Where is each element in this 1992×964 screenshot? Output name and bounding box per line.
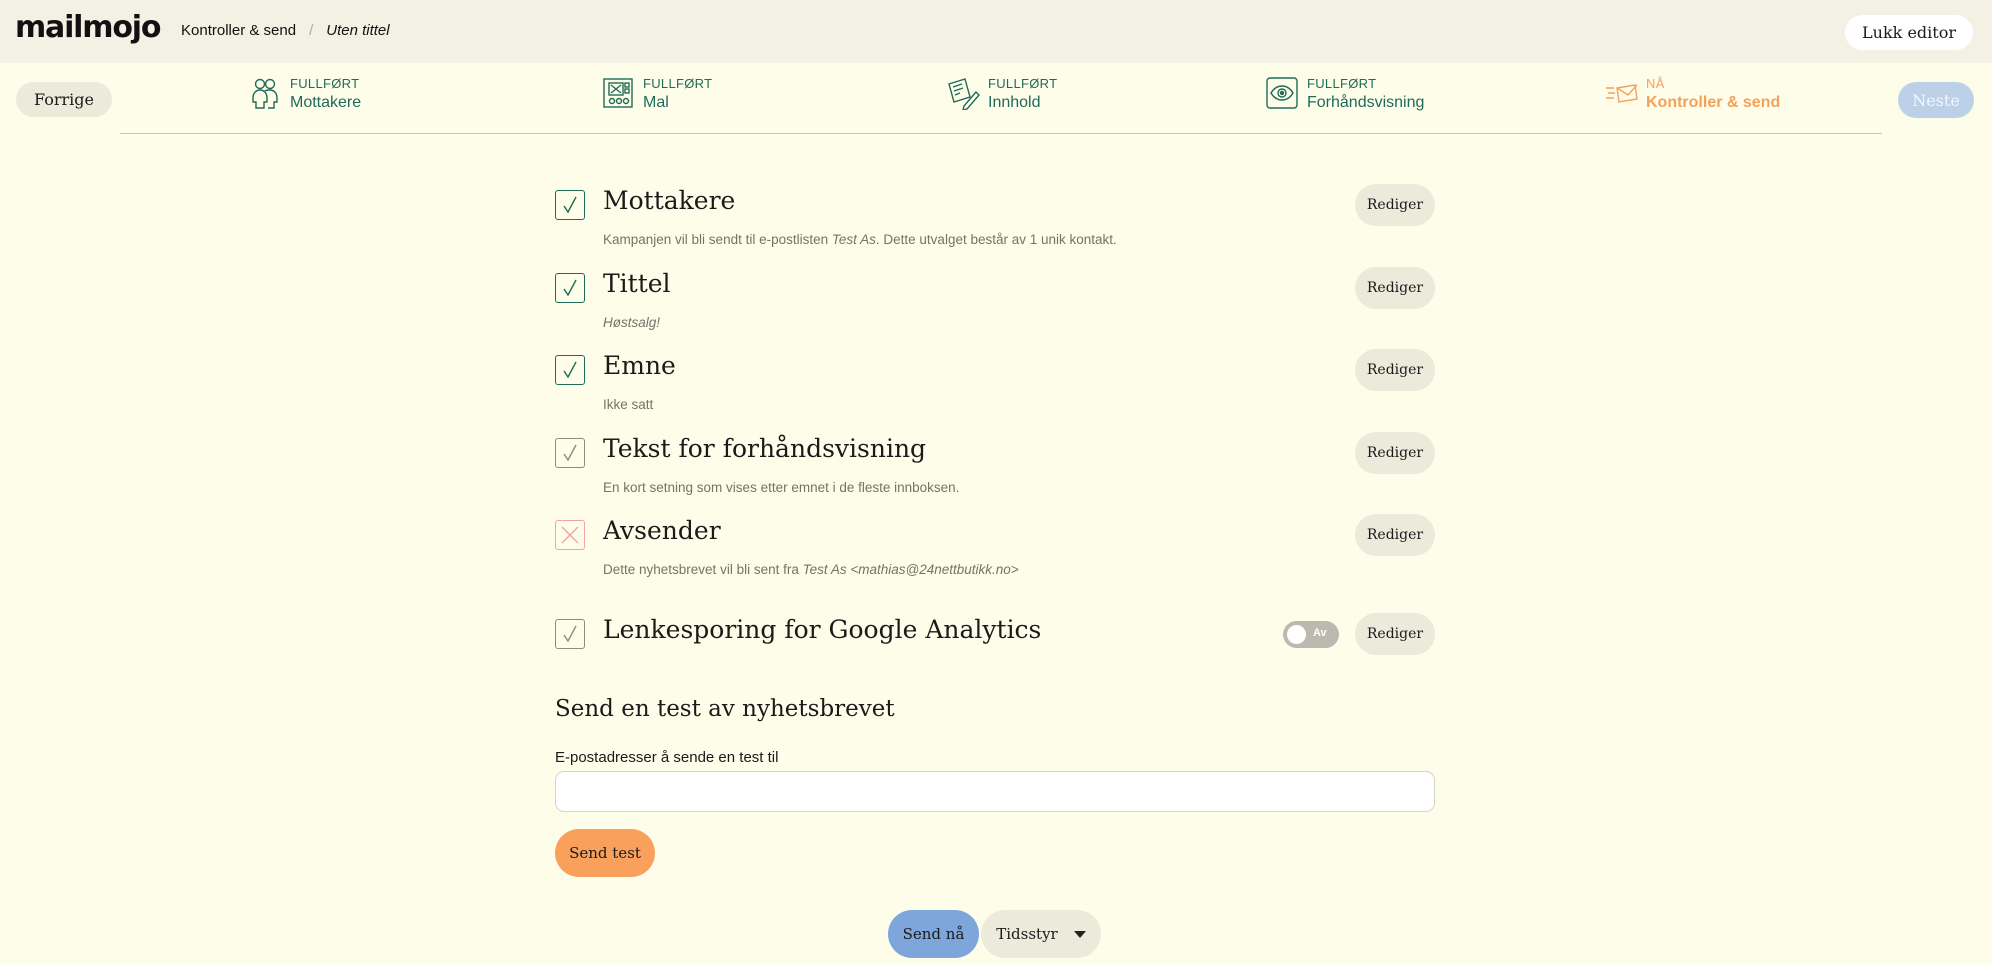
breadcrumb-campaign-title[interactable]: Uten tittel [326, 22, 389, 39]
item-title: Tekst for forhåndsvisning [603, 434, 927, 463]
breadcrumb-separator: / [309, 22, 314, 39]
item-title: Avsender [603, 516, 721, 545]
step-label: Forhåndsvisning [1307, 94, 1425, 111]
item-title: Emne [603, 351, 676, 380]
step-template[interactable]: FULLFØRT Mal [601, 76, 712, 114]
item-description: Kampanjen vil bli sendt til e-postlisten… [603, 232, 1117, 247]
content-icon [948, 78, 980, 110]
item-title: Lenkesporing for Google Analytics [603, 615, 1042, 644]
step-recipients[interactable]: FULLFØRT Mottakere [248, 76, 361, 114]
edit-link-tracking-button[interactable]: Rediger [1355, 613, 1435, 655]
step-preview[interactable]: FULLFØRT Forhåndsvisning [1265, 76, 1424, 114]
steps-divider [120, 133, 1882, 134]
checkmark-icon [563, 361, 577, 379]
link-tracking-toggle[interactable]: Av [1283, 621, 1339, 648]
step-label: Innhold [988, 94, 1041, 111]
template-icon [603, 78, 633, 108]
edit-subject-button[interactable]: Rediger [1355, 349, 1435, 391]
step-content[interactable]: FULLFØRT Innhold [946, 76, 1057, 114]
recipients-icon [252, 78, 278, 109]
toggle-label: Av [1313, 627, 1327, 639]
edit-title-button[interactable]: Rediger [1355, 267, 1435, 309]
step-status: FULLFØRT [290, 76, 360, 91]
checkmark-icon [563, 279, 577, 297]
step-label: Kontroller & send [1646, 94, 1781, 111]
checkbox [555, 619, 585, 649]
item-title: Tittel [603, 269, 671, 298]
send-now-button[interactable]: Send nå [888, 910, 979, 958]
checkbox [555, 273, 585, 303]
item-description: Høstsalg! [603, 315, 661, 330]
previous-button[interactable]: Forrige [16, 82, 112, 117]
step-status: FULLFØRT [988, 76, 1058, 91]
item-description: En kort setning som vises etter emnet i … [603, 480, 960, 495]
close-editor-button[interactable]: Lukk editor [1845, 15, 1973, 50]
breadcrumb-step: Kontroller & send [181, 22, 297, 39]
breadcrumb: Kontroller & send / Uten tittel [181, 22, 390, 39]
step-label: Mal [643, 94, 669, 111]
checkbox [555, 355, 585, 385]
checkmark-icon [563, 196, 577, 214]
item-title: Mottakere [603, 186, 736, 215]
item-description: Dette nyhetsbrevet vil bli sent fra Test… [603, 562, 1019, 577]
step-review-send[interactable]: NÅ Kontroller & send [1604, 76, 1780, 114]
checkbox [555, 438, 585, 468]
toggle-knob [1287, 625, 1306, 644]
test-email-input[interactable] [555, 771, 1435, 812]
next-button[interactable]: Neste [1898, 82, 1974, 118]
item-description: Ikke satt [603, 397, 654, 412]
mailmojo-logo[interactable]: mailmojo [15, 10, 161, 45]
schedule-label: Tidsstyr [996, 925, 1058, 943]
checkmark-icon [563, 444, 577, 462]
send-test-heading: Send en test av nyhetsbrevet [555, 696, 895, 722]
step-status: FULLFØRT [1307, 76, 1377, 91]
edit-sender-button[interactable]: Rediger [1355, 514, 1435, 556]
edit-preview-text-button[interactable]: Rediger [1355, 432, 1435, 474]
send-test-button[interactable]: Send test [555, 829, 655, 877]
step-label: Mottakere [290, 94, 362, 111]
send-envelope-icon [1606, 84, 1638, 103]
schedule-dropdown-button[interactable]: Tidsstyr [981, 910, 1101, 958]
top-bar: mailmojo Kontroller & send / Uten tittel… [0, 0, 1992, 63]
step-status: NÅ [1646, 76, 1665, 91]
caret-down-icon [1073, 930, 1086, 938]
checkbox [555, 520, 585, 550]
test-email-label: E-postadresser å sende en test til [555, 749, 779, 766]
step-status: FULLFØRT [643, 76, 713, 91]
eye-icon [1266, 77, 1298, 109]
edit-recipients-button[interactable]: Rediger [1355, 184, 1435, 226]
checkbox [555, 190, 585, 220]
cross-icon [561, 526, 579, 544]
checkmark-icon [563, 625, 577, 643]
